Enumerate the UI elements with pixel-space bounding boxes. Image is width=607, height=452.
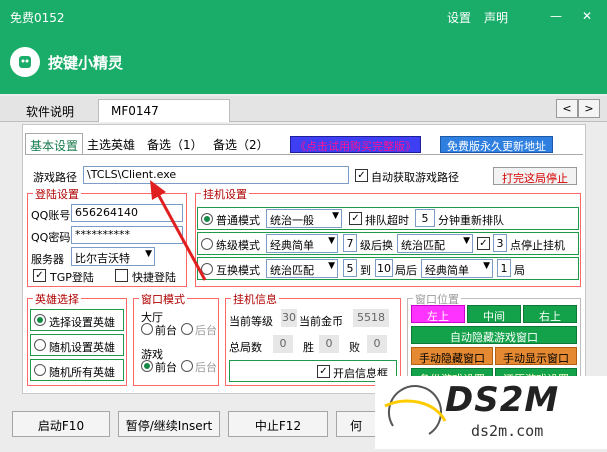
watermark-brand: DS2M — [445, 380, 560, 420]
stop-button[interactable]: 中止F12 — [228, 411, 328, 437]
pause-resume-button[interactable]: 暂停/继续Insert — [118, 411, 220, 437]
start-button[interactable]: 启动F10 — [12, 411, 110, 437]
extra-button[interactable]: 何 — [336, 411, 376, 437]
watermark: DS2M ds2m.com — [375, 376, 607, 449]
watermark-url: ds2m.com — [471, 422, 544, 440]
